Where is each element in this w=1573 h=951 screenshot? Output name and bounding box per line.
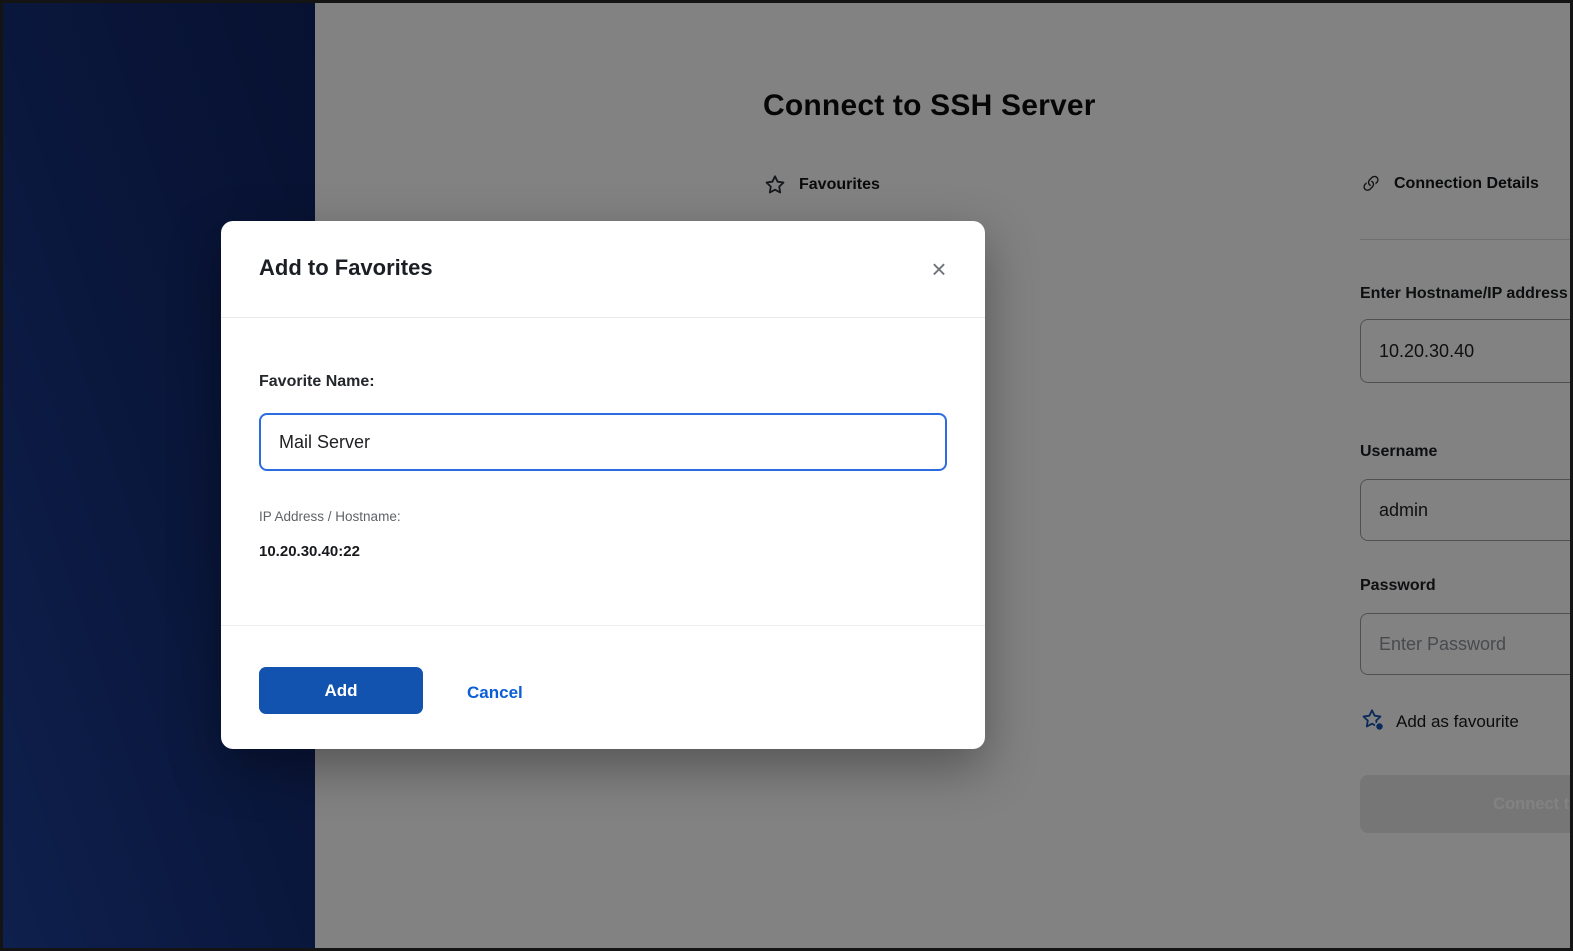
close-icon: × bbox=[931, 254, 946, 284]
ip-hostname-label: IP Address / Hostname: bbox=[259, 509, 401, 524]
add-button[interactable]: Add bbox=[259, 667, 423, 714]
ip-hostname-value: 10.20.30.40:22 bbox=[259, 543, 360, 560]
app-window: Connect to SSH Server Favourites Connect… bbox=[0, 0, 1573, 951]
favorite-name-label: Favorite Name: bbox=[259, 373, 375, 391]
modal-close-button[interactable]: × bbox=[919, 249, 959, 289]
cancel-button[interactable]: Cancel bbox=[465, 677, 525, 709]
modal-title: Add to Favorites bbox=[259, 255, 433, 281]
modal-header-divider bbox=[221, 317, 985, 318]
add-favorite-modal: Add to Favorites × Favorite Name: IP Add… bbox=[221, 221, 985, 749]
modal-footer-divider bbox=[221, 625, 985, 626]
favorite-name-input[interactable] bbox=[259, 413, 947, 471]
